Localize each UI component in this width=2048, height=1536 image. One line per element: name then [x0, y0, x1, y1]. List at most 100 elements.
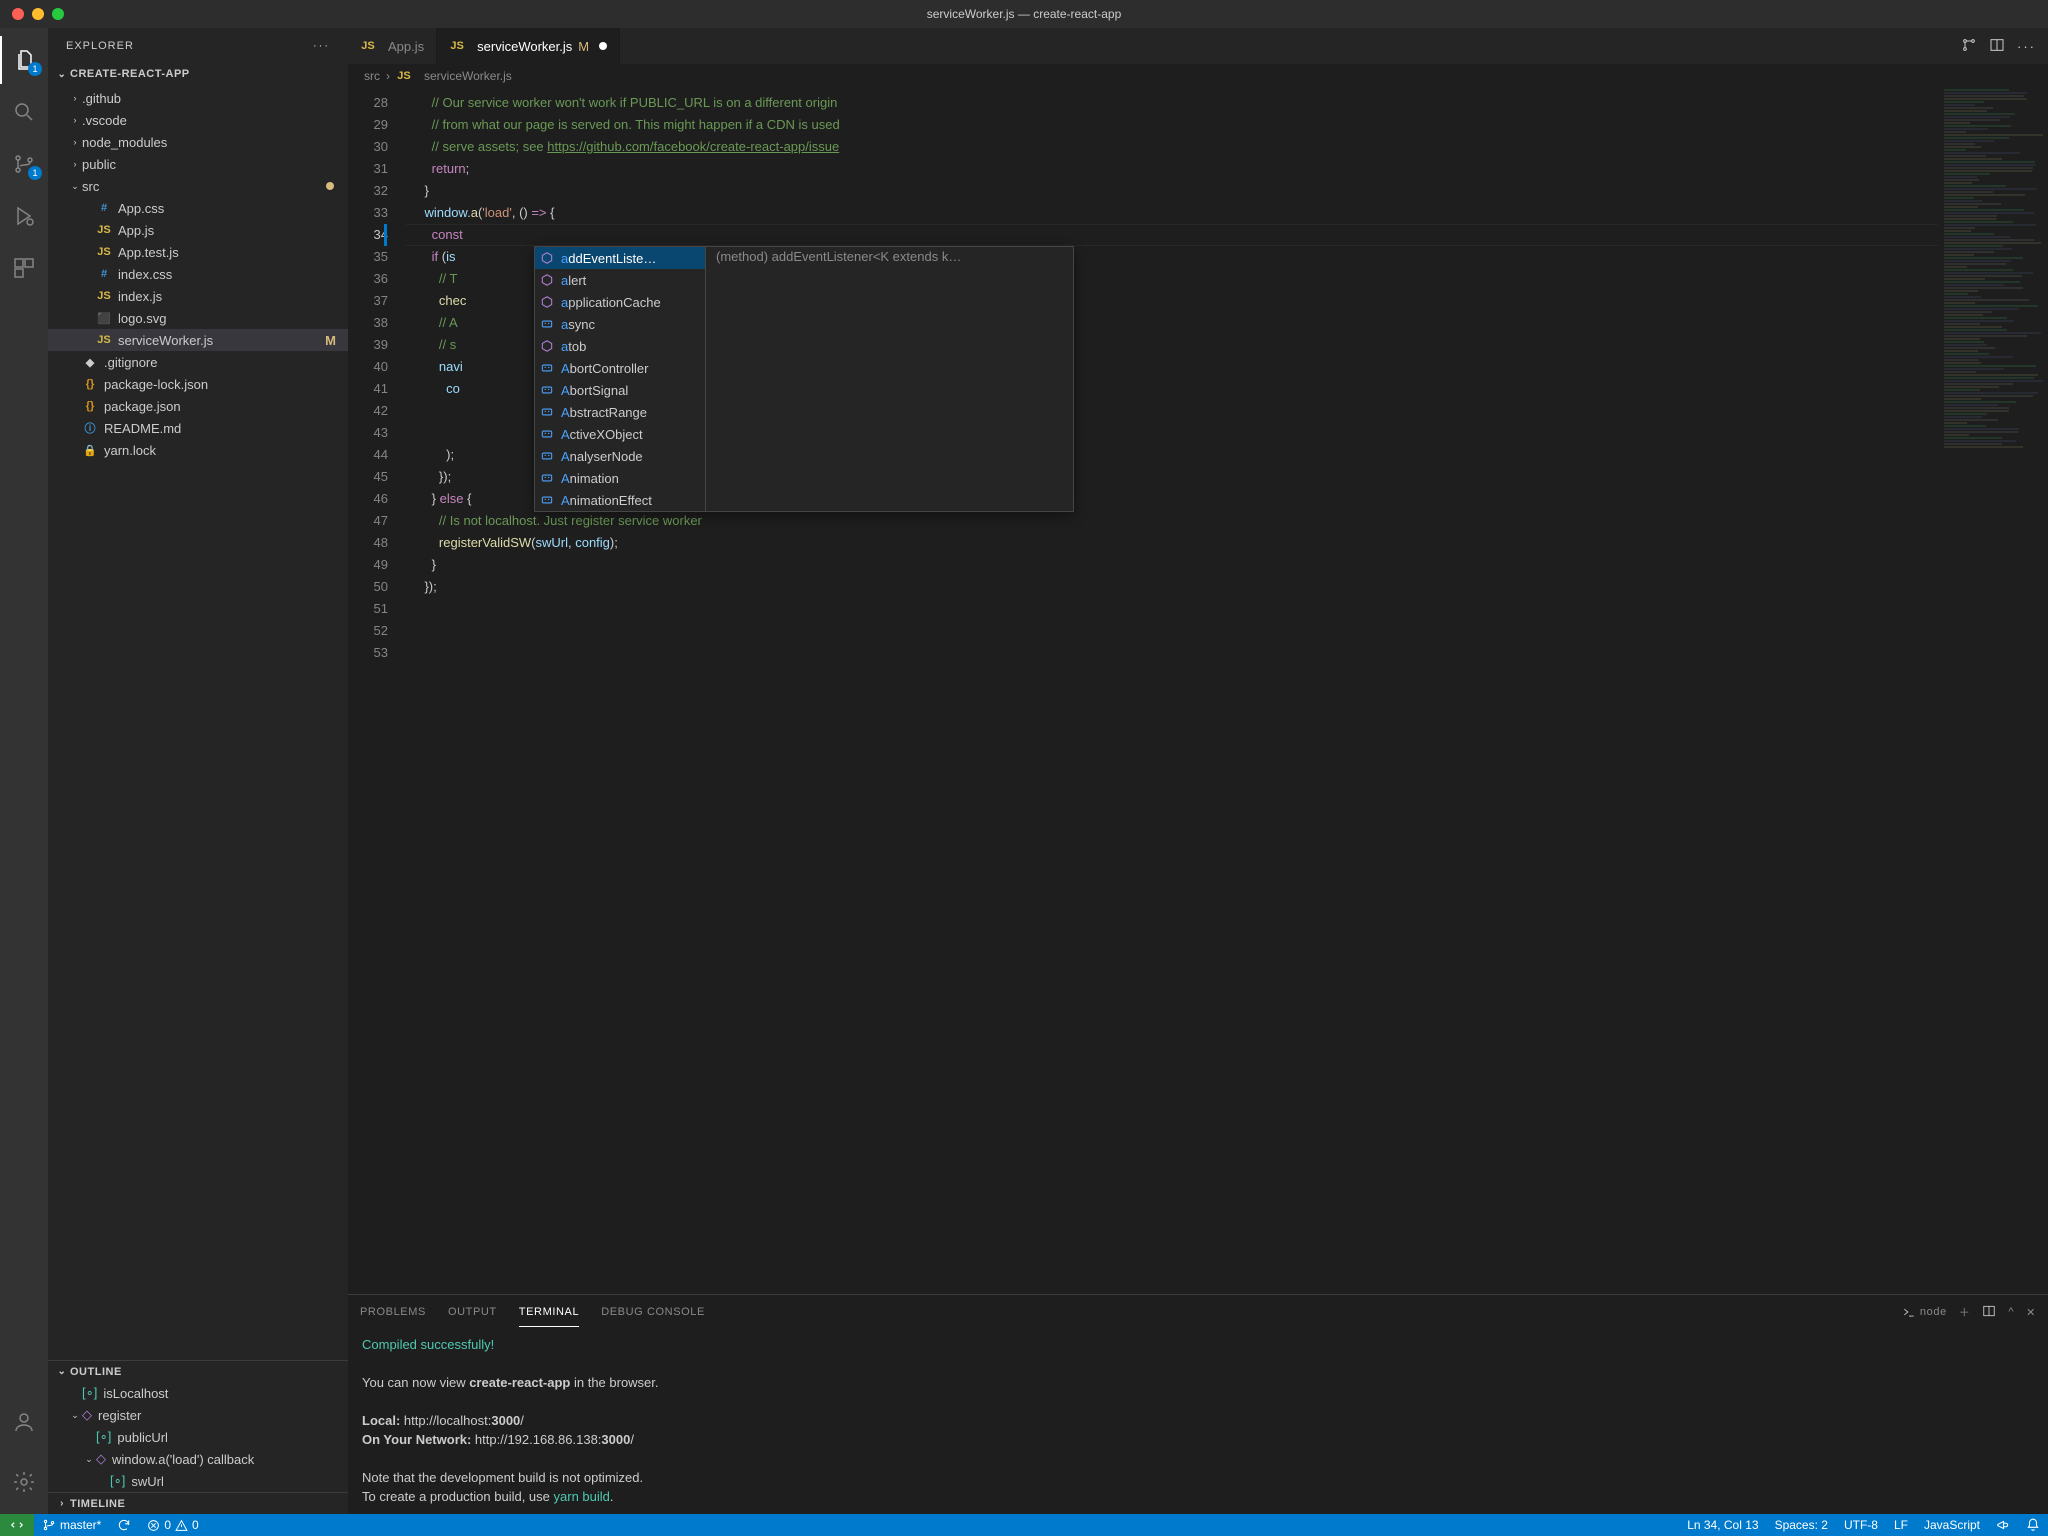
panel-tab-output[interactable]: OUTPUT: [448, 1298, 497, 1326]
status-encoding[interactable]: UTF-8: [1836, 1518, 1886, 1532]
activity-explorer[interactable]: 1: [0, 36, 48, 84]
file-App.test.js[interactable]: JSApp.test.js: [48, 241, 348, 263]
status-indent[interactable]: Spaces: 2: [1767, 1518, 1836, 1532]
symbol-var-icon: [539, 404, 555, 420]
status-branch[interactable]: master*: [34, 1514, 109, 1536]
tab-serviceWorker.js[interactable]: JSserviceWorker.js M: [437, 28, 620, 64]
window-maximize-icon[interactable]: [52, 8, 64, 20]
explorer-sidebar: EXPLORER ··· ⌄ CREATE-REACT-APP ›.github…: [48, 28, 348, 1514]
folder-.vscode[interactable]: ›.vscode: [48, 109, 348, 131]
file-yarn.lock[interactable]: 🔒yarn.lock: [48, 439, 348, 461]
suggestion-addEventListe[interactable]: addEventListe…: [535, 247, 705, 269]
intellisense-popup[interactable]: addEventListe…alertapplicationCacheasync…: [534, 246, 1074, 512]
split-editor-icon[interactable]: [1989, 37, 2005, 56]
panel-tab-debug-console[interactable]: DEBUG CONSOLE: [601, 1298, 705, 1326]
outline-register[interactable]: ⌄◇register: [48, 1404, 348, 1426]
symbol-method-icon: [539, 338, 555, 354]
outline-tree: [∘]isLocalhost⌄◇register[∘]publicUrl⌄◇wi…: [48, 1382, 348, 1492]
file-README.md[interactable]: ⓘREADME.md: [48, 417, 348, 439]
status-sync[interactable]: [109, 1514, 139, 1536]
maximize-panel-icon[interactable]: ^: [2008, 1306, 2014, 1318]
window-title: serviceWorker.js — create-react-app: [0, 7, 2048, 21]
folder-src[interactable]: ⌄src: [48, 175, 348, 197]
tab-App.js[interactable]: JSApp.js: [348, 28, 437, 64]
activity-search[interactable]: [0, 88, 48, 136]
symbol-var-icon: [∘]: [96, 1429, 111, 1445]
symbol-method-icon: [539, 272, 555, 288]
folder-.github[interactable]: ›.github: [48, 87, 348, 109]
file-logo.svg[interactable]: ⬛logo.svg: [48, 307, 348, 329]
minimap[interactable]: [1938, 88, 2048, 1294]
chevron-right-icon: ›: [54, 1498, 70, 1509]
new-terminal-icon[interactable]: ＋: [1959, 1304, 1971, 1320]
suggestion-Animation[interactable]: Animation: [535, 467, 705, 489]
window-close-icon[interactable]: [12, 8, 24, 20]
chevron-right-icon: ›: [68, 137, 82, 147]
file-package.json[interactable]: {}package.json: [48, 395, 348, 417]
warning-icon: [175, 1519, 188, 1532]
suggestion-AbortController[interactable]: AbortController: [535, 357, 705, 379]
status-problems[interactable]: 0 0: [139, 1514, 206, 1536]
file-App.css[interactable]: #App.css: [48, 197, 348, 219]
file-.gitignore[interactable]: ◆.gitignore: [48, 351, 348, 373]
compare-icon[interactable]: [1961, 37, 1977, 56]
file-App.js[interactable]: JSApp.js: [48, 219, 348, 241]
file-serviceWorker.js[interactable]: JSserviceWorker.jsM: [48, 329, 348, 351]
status-eol[interactable]: LF: [1886, 1518, 1916, 1532]
dirty-indicator-icon: [599, 42, 607, 50]
activity-debug[interactable]: [0, 192, 48, 240]
suggestion-AbortSignal[interactable]: AbortSignal: [535, 379, 705, 401]
breadcrumb[interactable]: src› JS serviceWorker.js: [348, 64, 2048, 88]
js-file-icon: JS: [96, 332, 112, 348]
intellisense-doc: (method) addEventListener<K extends k…: [705, 247, 1073, 511]
outline-header[interactable]: ⌄ OUTLINE: [48, 1360, 348, 1382]
chevron-right-icon: ›: [68, 159, 82, 169]
window-minimize-icon[interactable]: [32, 8, 44, 20]
explorer-badge: 1: [28, 62, 42, 76]
more-icon[interactable]: ···: [313, 40, 330, 52]
suggestion-ActiveXObject[interactable]: ActiveXObject: [535, 423, 705, 445]
suggestion-atob[interactable]: atob: [535, 335, 705, 357]
file-package-lock.json[interactable]: {}package-lock.json: [48, 373, 348, 395]
folder-root-header[interactable]: ⌄ CREATE-REACT-APP: [48, 63, 348, 85]
status-feedback[interactable]: [1988, 1518, 2018, 1532]
activity-account[interactable]: [0, 1398, 48, 1446]
suggestion-alert[interactable]: alert: [535, 269, 705, 291]
remote-button[interactable]: [0, 1514, 34, 1536]
suggestion-applicationCache[interactable]: applicationCache: [535, 291, 705, 313]
editor-area: JSApp.jsJSserviceWorker.js M ··· src› JS…: [348, 28, 2048, 1514]
status-position[interactable]: Ln 34, Col 13: [1679, 1518, 1766, 1532]
close-panel-icon[interactable]: ✕: [2026, 1306, 2036, 1319]
folder-public[interactable]: ›public: [48, 153, 348, 175]
suggestion-async[interactable]: async: [535, 313, 705, 335]
panel-tab-terminal[interactable]: TERMINAL: [519, 1298, 579, 1327]
activity-settings[interactable]: [0, 1458, 48, 1506]
terminal-shell-picker[interactable]: node: [1902, 1305, 1947, 1319]
activity-extensions[interactable]: [0, 244, 48, 292]
outline-publicUrl[interactable]: [∘]publicUrl: [48, 1426, 348, 1448]
terminal-output[interactable]: Compiled successfully! You can now view …: [348, 1329, 2048, 1514]
extensions-icon: [12, 256, 36, 280]
file-index.css[interactable]: #index.css: [48, 263, 348, 285]
error-icon: [147, 1519, 160, 1532]
panel-tab-problems[interactable]: PROBLEMS: [360, 1298, 426, 1326]
remote-icon: [10, 1518, 24, 1532]
folder-node_modules[interactable]: ›node_modules: [48, 131, 348, 153]
activity-scm[interactable]: 1: [0, 140, 48, 188]
timeline-header[interactable]: › TIMELINE: [48, 1492, 348, 1514]
suggestion-AnalyserNode[interactable]: AnalyserNode: [535, 445, 705, 467]
outline-swUrl[interactable]: [∘]swUrl: [48, 1470, 348, 1492]
bottom-panel: PROBLEMS OUTPUT TERMINAL DEBUG CONSOLE node…: [348, 1294, 2048, 1514]
git-file-icon: ◆: [82, 354, 98, 370]
split-terminal-icon[interactable]: [1982, 1304, 1996, 1321]
more-icon[interactable]: ···: [2017, 39, 2036, 54]
status-bell[interactable]: [2018, 1518, 2048, 1532]
outline-isLocalhost[interactable]: [∘]isLocalhost: [48, 1382, 348, 1404]
suggestion-AbstractRange[interactable]: AbstractRange: [535, 401, 705, 423]
file-index.js[interactable]: JSindex.js: [48, 285, 348, 307]
chevron-down-icon: ⌄: [54, 69, 70, 80]
code-editor[interactable]: 2829303132333435363738394041424344454647…: [348, 88, 2048, 1294]
suggestion-AnimationEffect[interactable]: AnimationEffect: [535, 489, 705, 511]
outline-window-a-load-callback[interactable]: ⌄◇window.a('load') callback: [48, 1448, 348, 1470]
status-language[interactable]: JavaScript: [1916, 1518, 1988, 1532]
